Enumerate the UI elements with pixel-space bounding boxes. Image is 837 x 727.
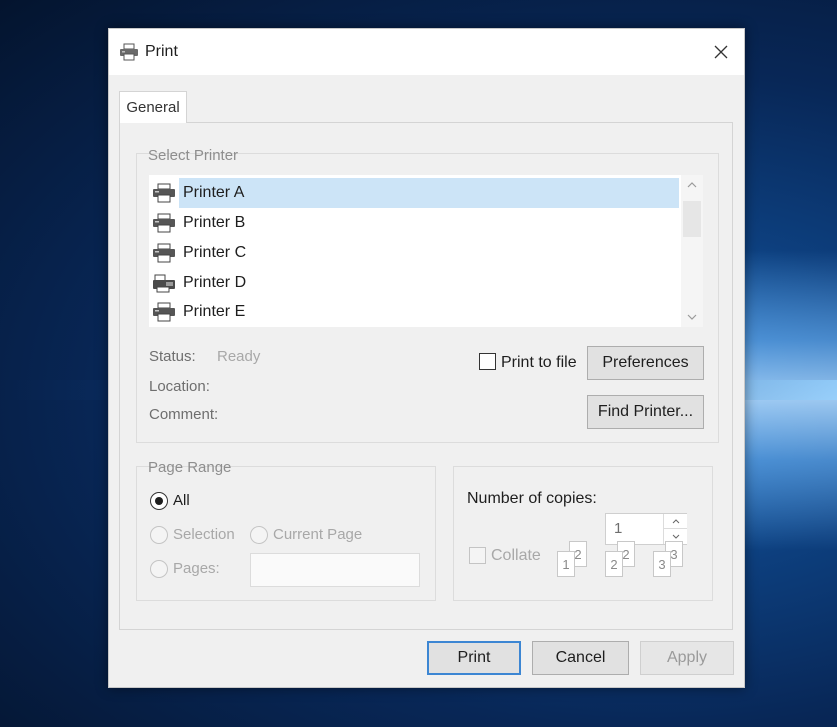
printer-name: Printer B <box>183 214 246 231</box>
print-to-file-checkbox[interactable] <box>479 353 496 370</box>
printer-list-item[interactable]: Printer E <box>149 297 679 327</box>
apply-button[interactable]: Apply <box>640 641 734 675</box>
collate-checkbox[interactable] <box>469 547 486 564</box>
page-range-selection-radio[interactable] <box>150 526 168 544</box>
collate-page-front: 2 <box>605 551 623 577</box>
printer-list-scrollbar[interactable] <box>681 175 703 327</box>
page-range-selection-label: Selection <box>173 526 235 543</box>
printer-name: Printer E <box>183 303 246 320</box>
printer-name: Printer A <box>179 178 679 208</box>
close-icon <box>714 45 728 59</box>
scroll-thumb[interactable] <box>683 201 701 237</box>
printer-icon <box>149 179 179 207</box>
collate-page-front: 3 <box>653 551 671 577</box>
page-range-all-radio[interactable] <box>150 492 168 510</box>
desktop-wallpaper-glow <box>740 250 837 550</box>
find-printer-button-label: Find Printer... <box>597 403 694 420</box>
cancel-button[interactable]: Cancel <box>532 641 629 675</box>
page-range-current-page-label: Current Page <box>273 526 363 543</box>
chevron-up-icon <box>672 518 679 523</box>
preferences-button-label: Preferences <box>602 354 689 371</box>
chevron-down-icon <box>672 534 679 539</box>
cancel-button-label: Cancel <box>555 649 606 666</box>
radio-selected-dot <box>155 497 163 505</box>
printer-list[interactable]: Printer A Printer B Printer C Printer D … <box>149 175 703 327</box>
fax-printer-icon <box>149 269 179 297</box>
window-title: Print <box>145 43 178 60</box>
tab-general-label: General <box>126 99 180 116</box>
printer-icon <box>120 43 138 61</box>
collate-label: Collate <box>491 547 541 564</box>
page-range-current-page-radio[interactable] <box>250 526 268 544</box>
print-to-file-label: Print to file <box>501 354 577 371</box>
printer-name: Printer C <box>183 244 247 261</box>
collate-preview-icon: 2 1 <box>555 541 595 581</box>
print-dialog: Print General Select Printer Printer A P… <box>108 28 745 688</box>
status-label: Status: <box>149 348 196 365</box>
printer-icon <box>149 298 179 326</box>
copies-spinner[interactable] <box>663 514 687 544</box>
scroll-up-button[interactable] <box>681 175 703 195</box>
collate-page-front: 1 <box>557 551 575 577</box>
scroll-down-button[interactable] <box>681 307 703 327</box>
page-range-pages-radio[interactable] <box>150 560 168 578</box>
printer-name: Printer D <box>183 274 247 291</box>
find-printer-button[interactable]: Find Printer... <box>587 395 704 429</box>
pages-input[interactable] <box>250 553 420 587</box>
page-range-all-label: All <box>173 492 190 509</box>
tab-general[interactable]: General <box>119 91 187 123</box>
chevron-down-icon <box>687 314 697 320</box>
printer-list-item[interactable]: Printer D <box>149 268 679 298</box>
print-button[interactable]: Print <box>427 641 521 675</box>
preferences-button[interactable]: Preferences <box>587 346 704 380</box>
page-range-pages-label: Pages: <box>173 560 220 577</box>
status-value: Ready <box>217 348 261 365</box>
comment-label: Comment: <box>149 406 219 423</box>
chevron-up-icon <box>687 182 697 188</box>
printer-icon <box>149 209 179 237</box>
number-of-copies-label: Number of copies: <box>467 490 597 507</box>
location-label: Location: <box>149 378 210 395</box>
copies-increment-button[interactable] <box>663 514 687 529</box>
page-range-label: Page Range <box>148 459 232 476</box>
print-button-label: Print <box>457 649 491 666</box>
apply-button-label: Apply <box>666 649 708 666</box>
close-button[interactable] <box>698 29 744 75</box>
collate-preview-icon: 3 3 <box>651 541 691 581</box>
select-printer-label: Select Printer <box>148 147 239 164</box>
collate-preview-icon: 2 2 <box>603 541 643 581</box>
printer-icon <box>149 239 179 267</box>
printer-list-item[interactable]: Printer C <box>149 238 679 268</box>
printer-list-item[interactable]: Printer A <box>149 178 679 208</box>
printer-list-item[interactable]: Printer B <box>149 208 679 238</box>
title-bar: Print <box>109 29 744 75</box>
